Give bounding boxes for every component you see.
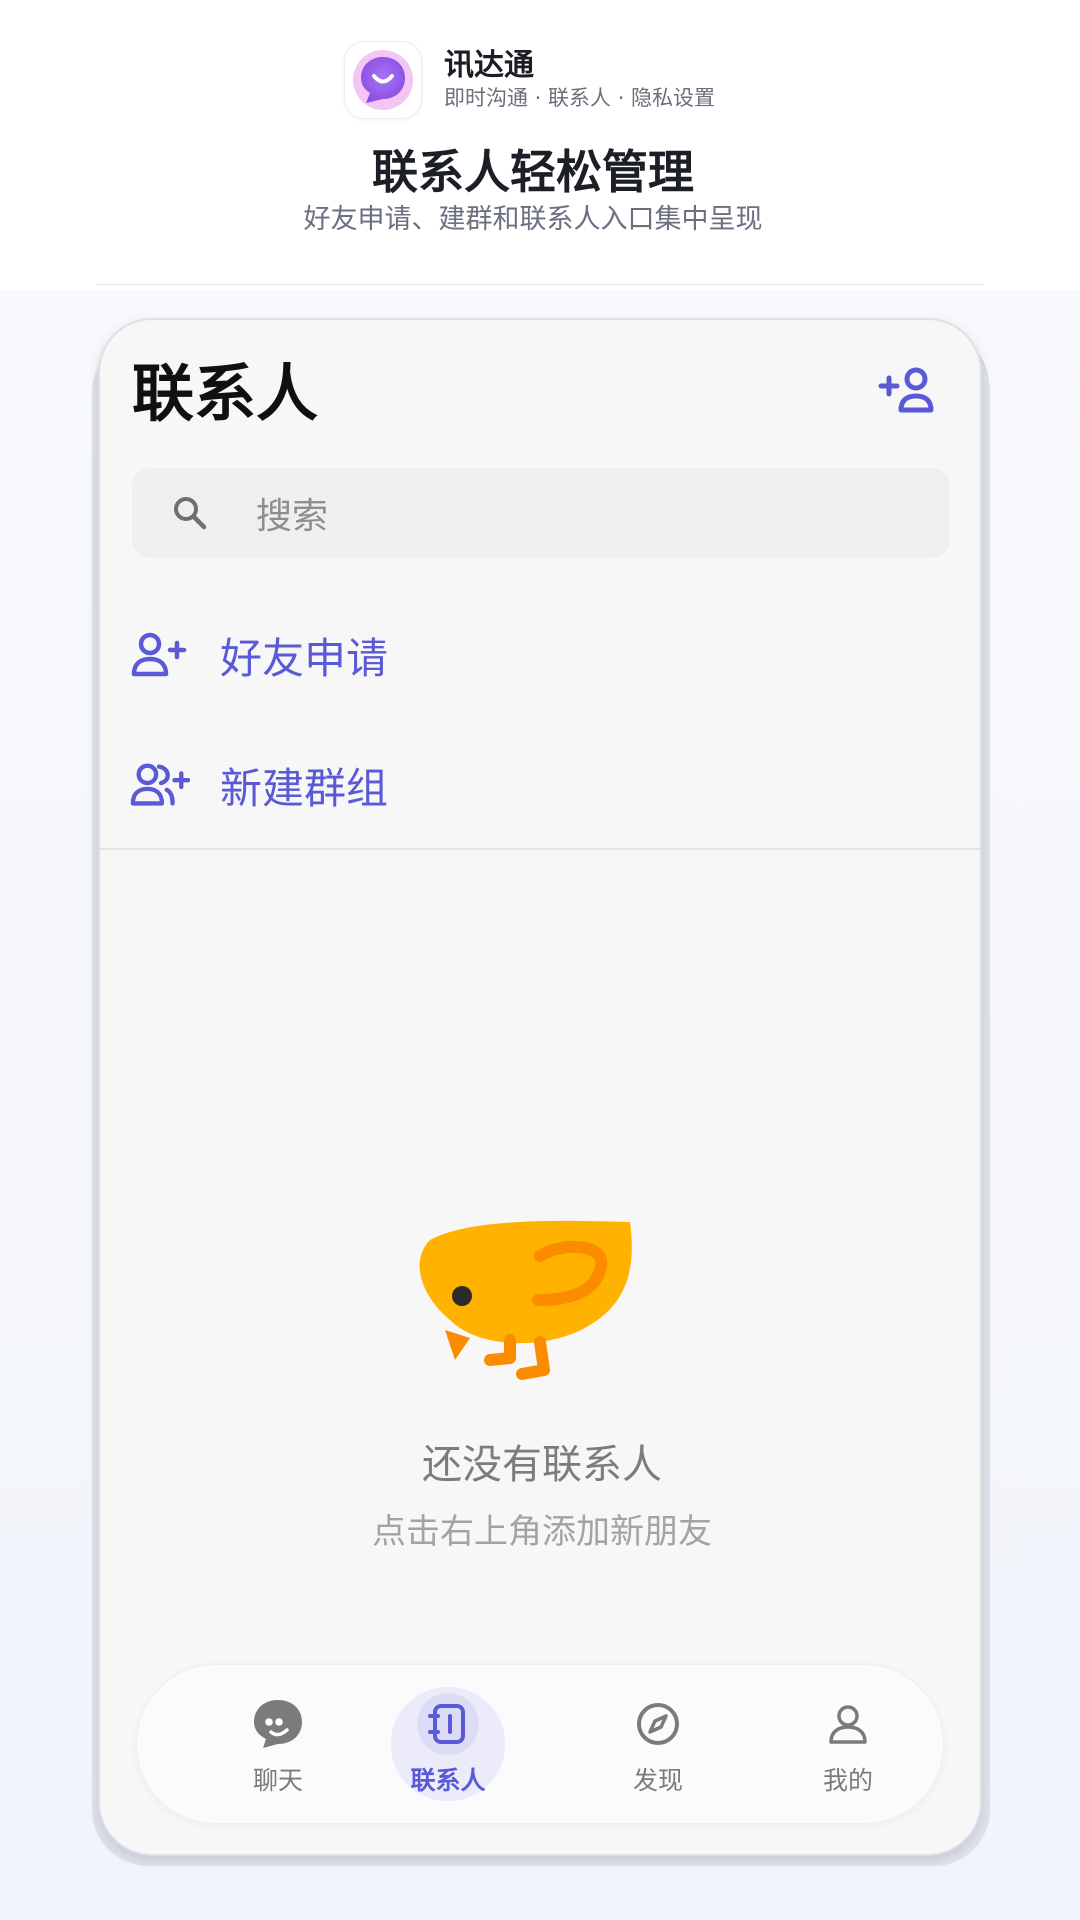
add-contact-button[interactable] [876,362,942,418]
tab-me[interactable]: 我的 [791,1687,905,1801]
person-icon [829,1705,867,1744]
tab-discover[interactable]: 发现 [601,1687,715,1801]
tab-chat[interactable]: 聊天 [221,1687,335,1801]
app-tagline: 即时沟通 · 联系人 · 隐私设置 [444,86,716,110]
tab-me-label: 我的 [822,1766,873,1795]
group-add-icon [130,763,190,806]
phone-screen: 联系人 搜索 好友申请 新建群组 还没有联系人 点击右上角添加新朋友 聊天 联系… [98,318,982,1856]
tab-contacts[interactable]: 联系人 [391,1687,505,1801]
app-name: 讯达通 [444,48,534,83]
tab-discover-label: 发现 [632,1766,683,1795]
tab-contacts-label: 联系人 [410,1766,486,1795]
divider [96,284,984,285]
friend-request-label: 好友申请 [220,633,389,683]
new-group-label: 新建群组 [220,763,389,813]
chick-icon [419,1220,632,1380]
hero-title: 联系人轻松管理 [372,145,694,199]
search-input[interactable]: 搜索 [132,468,950,558]
tab-chat-label: 聊天 [252,1766,303,1795]
new-group-item[interactable]: 新建群组 [130,740,950,830]
contacts-book-icon [428,1704,465,1744]
divider [100,848,980,850]
hero-subtitle: 好友申请、建群和联系人入口集中呈现 [303,204,763,235]
friend-request-item[interactable]: 好友申请 [130,610,950,700]
page-title: 联系人 [132,357,319,430]
search-placeholder: 搜索 [256,496,329,537]
brand-header: 讯达通 即时沟通 · 联系人 · 隐私设置 [344,40,764,120]
empty-state-subtitle: 点击右上角添加新朋友 [372,1512,712,1552]
chat-bubble-icon [254,1700,302,1748]
search-icon [174,497,207,530]
empty-state-title: 还没有联系人 [422,1442,662,1488]
person-add-icon [131,632,187,677]
person-add-icon [878,367,934,413]
bottom-nav: 聊天 联系人 发现 我的 [136,1664,944,1824]
app-logo [344,41,422,119]
smile-chat-bubble-icon [353,50,413,110]
compass-icon [637,1703,679,1745]
